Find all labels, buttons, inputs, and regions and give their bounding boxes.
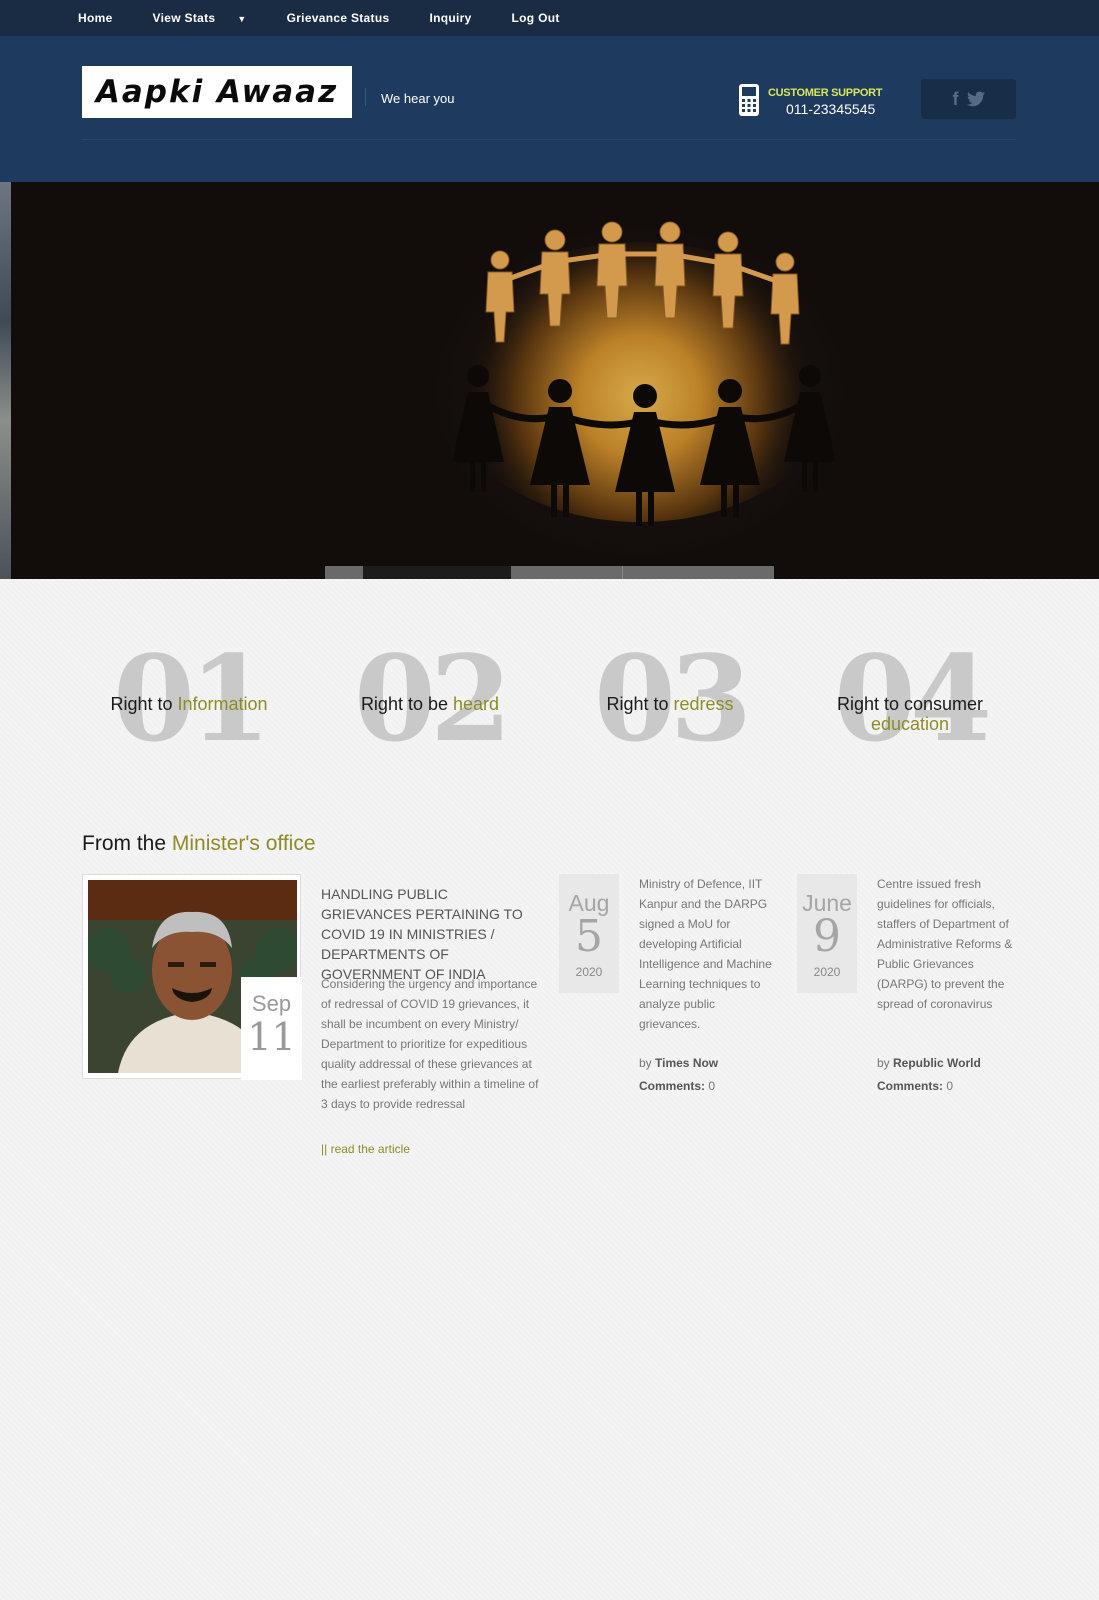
right-information[interactable]: 01 Right to Information	[89, 640, 289, 760]
news-comments-label: Comments:	[877, 1079, 944, 1093]
news-source-name[interactable]: Republic World	[893, 1056, 981, 1070]
logo-text: Aapki Awaaz	[95, 74, 339, 110]
phone-icon	[739, 84, 759, 116]
nav-home[interactable]: Home	[78, 11, 113, 25]
section-title: From the Minister's office	[82, 832, 316, 856]
logo[interactable]: Aapki Awaaz	[82, 66, 352, 118]
right-label-prefix: Right to	[110, 694, 178, 714]
nav-grievance-status-label: Grievance Status	[286, 11, 390, 25]
nav-view-stats-label: View Stats	[152, 11, 216, 25]
featured-date-badge: Sep 11	[241, 977, 302, 1080]
right-redress[interactable]: 03 Right to redress	[570, 640, 770, 760]
hero-slider[interactable]	[0, 182, 1099, 579]
news-comments[interactable]: Comments: 0	[639, 1079, 789, 1093]
news-source: by Times Now	[639, 1056, 789, 1070]
support-phone: 011-23345545	[786, 101, 876, 117]
slide-indicator-3[interactable]	[511, 566, 623, 579]
slide-indicator-4[interactable]	[623, 566, 774, 579]
right-label: Right to consumer education	[810, 694, 1010, 734]
right-label: Right to redress	[570, 694, 770, 714]
featured-article-image[interactable]: Sep 11	[82, 874, 302, 1080]
news-comments[interactable]: Comments: 0	[877, 1079, 1027, 1093]
news-date-badge: Aug 5 2020	[559, 874, 619, 993]
nav-view-stats[interactable]: View Stats ▼	[153, 11, 247, 25]
facebook-icon[interactable]: f	[953, 89, 959, 110]
news-comments-label: Comments:	[639, 1079, 706, 1093]
top-nav: Home View Stats ▼ Grievance Status Inquir…	[0, 0, 1099, 36]
news-source: by Republic World	[877, 1056, 1027, 1070]
slide-indicator-1[interactable]	[325, 566, 363, 579]
right-label-prefix: Right to consumer	[836, 694, 984, 714]
hero-image	[440, 221, 840, 526]
nav-inquiry[interactable]: Inquiry	[429, 11, 471, 25]
featured-day: 11	[247, 1015, 296, 1059]
right-consumer-education[interactable]: 04 Right to consumer education	[810, 640, 1010, 760]
news-day: 9	[813, 911, 841, 962]
tagline: We hear you	[381, 91, 455, 106]
nav-log-out-label: Log Out	[511, 11, 560, 25]
news-by-label: by	[877, 1056, 894, 1070]
news-comments-count: 0	[708, 1079, 716, 1093]
section-title-accent: Minister's office	[171, 832, 316, 855]
read-article-link[interactable]: || read the article	[321, 1142, 410, 1156]
news-item-text[interactable]: Centre issued fresh guidelines for offic…	[877, 874, 1017, 1014]
right-heard[interactable]: 02 Right to be heard	[330, 640, 530, 760]
news-source-name[interactable]: Times Now	[655, 1056, 718, 1070]
nav-grievance-status[interactable]: Grievance Status	[287, 11, 390, 25]
featured-article-title[interactable]: HANDLING PUBLIC GRIEVANCES PERTAINING TO…	[321, 884, 536, 984]
section-title-prefix: From the	[82, 832, 172, 855]
twitter-icon[interactable]	[966, 91, 985, 107]
right-label: Right to be heard	[330, 694, 530, 714]
right-label-accent: Information	[177, 694, 268, 714]
news-date-badge: June 9 2020	[797, 874, 857, 993]
support-label: CUSTOMER SUPPORT	[768, 87, 883, 99]
slider-pagination	[325, 566, 774, 579]
news-year: 2020	[813, 965, 841, 979]
chevron-down-icon[interactable]: ▼	[237, 14, 246, 24]
right-label-prefix: Right to be	[360, 694, 453, 714]
nav-inquiry-label: Inquiry	[429, 11, 472, 25]
featured-month: Sep	[251, 991, 292, 1016]
right-label-accent: redress	[673, 694, 734, 714]
featured-article-body: Considering the urgency and importance o…	[321, 977, 539, 1111]
right-label-accent: heard	[453, 694, 500, 714]
site-header: Aapki Awaaz We hear you CUSTOMER SUPPORT…	[0, 36, 1099, 182]
right-label: Right to Information	[89, 694, 289, 714]
news-item-text[interactable]: Ministry of Defence, IIT Kanpur and the …	[639, 874, 779, 1034]
tagline-divider	[365, 88, 366, 106]
nav-log-out[interactable]: Log Out	[512, 11, 560, 25]
news-comments-count: 0	[946, 1079, 954, 1093]
news-day: 5	[575, 911, 603, 962]
right-label-prefix: Right to	[606, 694, 674, 714]
slide-indicator-2[interactable]	[363, 566, 511, 579]
news-year: 2020	[575, 965, 603, 979]
social-links: f	[921, 79, 1016, 119]
nav-home-label: Home	[78, 11, 113, 25]
right-label-accent: education	[870, 714, 950, 734]
header-divider	[82, 139, 1016, 140]
news-by-label: by	[639, 1056, 656, 1070]
